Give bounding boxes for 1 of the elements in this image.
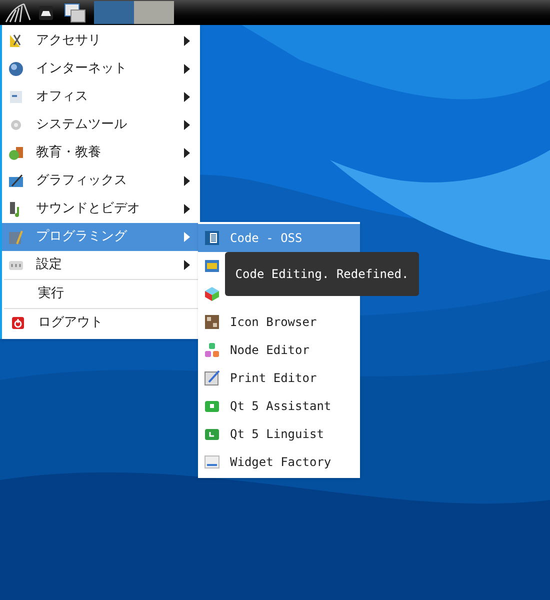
tooltip: Code Editing. Redefined.: [225, 252, 419, 296]
